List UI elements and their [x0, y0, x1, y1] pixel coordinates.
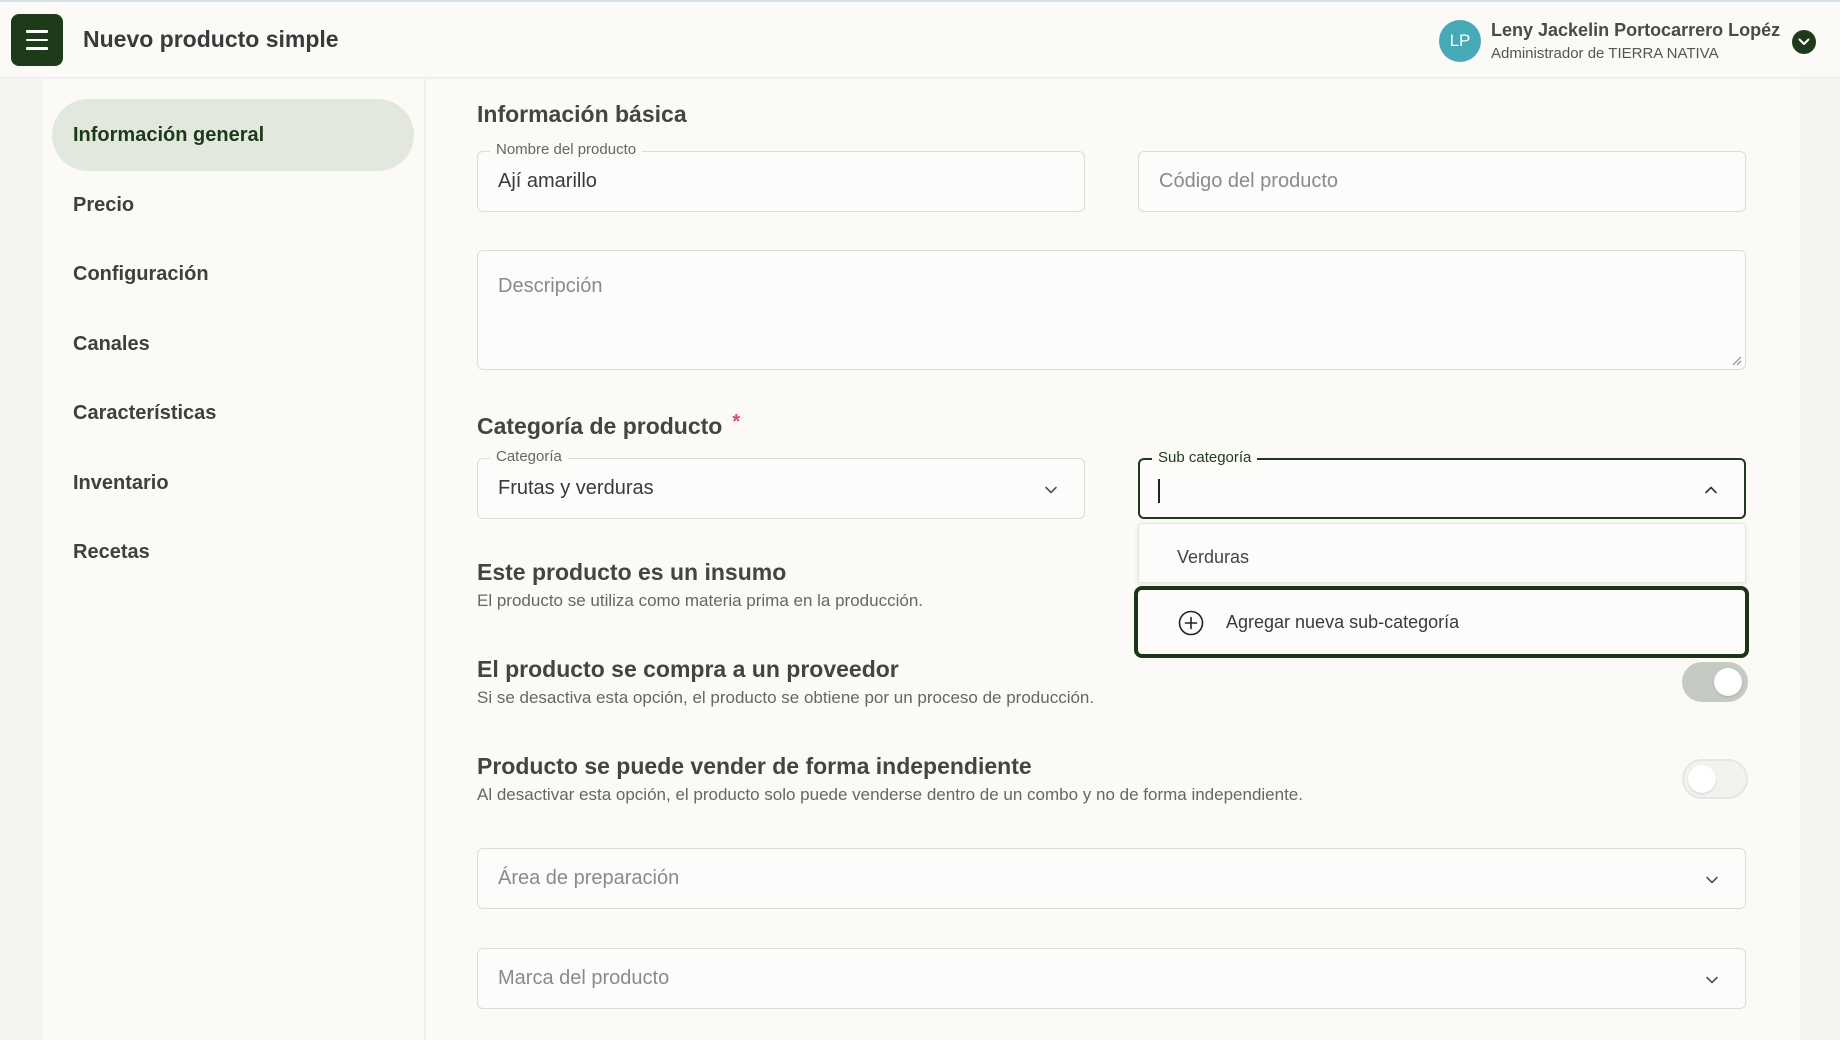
- right-gutter: [1800, 79, 1840, 1040]
- sidebar-item-canales[interactable]: Canales: [52, 308, 414, 380]
- chevron-down-icon: [1045, 486, 1057, 494]
- sidebar-item-inventario[interactable]: Inventario: [52, 447, 414, 519]
- independiente-title: Producto se puede vender de forma indepe…: [477, 753, 1032, 779]
- resize-handle-icon[interactable]: [1730, 354, 1742, 366]
- independiente-toggle[interactable]: [1682, 759, 1748, 799]
- prep-area-select[interactable]: Área de preparación: [477, 848, 1746, 909]
- hamburger-icon: [26, 30, 48, 33]
- subcategory-label: Sub categoría: [1152, 449, 1258, 466]
- sidebar-item-recetas[interactable]: Recetas: [52, 516, 414, 588]
- sidebar-item-configuracion[interactable]: Configuración: [52, 238, 414, 310]
- prep-area-placeholder: Área de preparación: [498, 867, 680, 889]
- user-role: Administrador de TIERRA NATIVA: [1491, 45, 1719, 62]
- chevron-down-icon: [1706, 976, 1718, 984]
- text-caret: [1158, 479, 1160, 503]
- sidebar-item-informacion-general[interactable]: Información general: [52, 99, 414, 171]
- brand-select[interactable]: Marca del producto: [477, 948, 1746, 1009]
- category-select[interactable]: Categoría Frutas y verduras: [477, 448, 1085, 519]
- user-menu-button[interactable]: [1792, 30, 1816, 54]
- toggle-knob: [1714, 668, 1742, 696]
- category-title-text: Categoría de producto: [477, 413, 723, 439]
- independiente-description: Al desactivar esta opción, el producto s…: [477, 785, 1303, 804]
- category-title: Categoría de producto *: [477, 411, 741, 440]
- basic-info-title: Información básica: [477, 101, 687, 127]
- sidebar-item-caracteristicas[interactable]: Características: [52, 377, 414, 449]
- user-name: Leny Jackelin Portocarrero Lopéz: [1491, 20, 1781, 40]
- required-mark: *: [732, 411, 741, 433]
- product-code-field[interactable]: Código del producto: [1138, 151, 1746, 212]
- category-value: Frutas y verduras: [498, 477, 654, 499]
- avatar[interactable]: LP: [1439, 20, 1481, 62]
- product-name-field[interactable]: Nombre del producto Ají amarillo: [477, 141, 1085, 212]
- chevron-down-icon: [1706, 876, 1718, 884]
- brand-placeholder: Marca del producto: [498, 967, 670, 989]
- chevron-up-icon: [1705, 486, 1717, 494]
- subcategory-select[interactable]: Sub categoría: [1138, 449, 1746, 519]
- dropdown-option-verduras[interactable]: Verduras: [1177, 547, 1249, 568]
- plus-circle-icon: [1178, 610, 1204, 636]
- page-title: Nuevo producto simple: [83, 26, 339, 52]
- proveedor-toggle[interactable]: [1682, 662, 1748, 702]
- sidebar: Información general Precio Configuración…: [42, 79, 425, 1040]
- chevron-down-icon: [1798, 38, 1810, 45]
- subcategory-dropdown: Verduras: [1138, 523, 1746, 583]
- menu-button[interactable]: [11, 14, 63, 66]
- insumo-description: El producto se utiliza como materia prim…: [477, 591, 923, 610]
- insumo-title: Este producto es un insumo: [477, 559, 787, 585]
- sidebar-item-precio[interactable]: Precio: [52, 169, 414, 241]
- product-code-placeholder: Código del producto: [1159, 170, 1339, 192]
- add-subcategory-button[interactable]: Agregar nueva sub-categoría: [1134, 586, 1749, 658]
- app-header: Nuevo producto simple LP Leny Jackelin P…: [0, 2, 1840, 78]
- add-subcategory-label: Agregar nueva sub-categoría: [1226, 612, 1460, 632]
- description-placeholder: Descripción: [498, 275, 603, 297]
- description-field[interactable]: Descripción: [477, 250, 1746, 370]
- product-name-label: Nombre del producto: [490, 141, 643, 158]
- product-name-value: Ají amarillo: [498, 170, 597, 192]
- category-label: Categoría: [490, 448, 568, 465]
- proveedor-title: El producto se compra a un proveedor: [477, 656, 899, 682]
- toggle-knob: [1688, 765, 1716, 793]
- proveedor-description: Si se desactiva esta opción, el producto…: [477, 688, 1095, 707]
